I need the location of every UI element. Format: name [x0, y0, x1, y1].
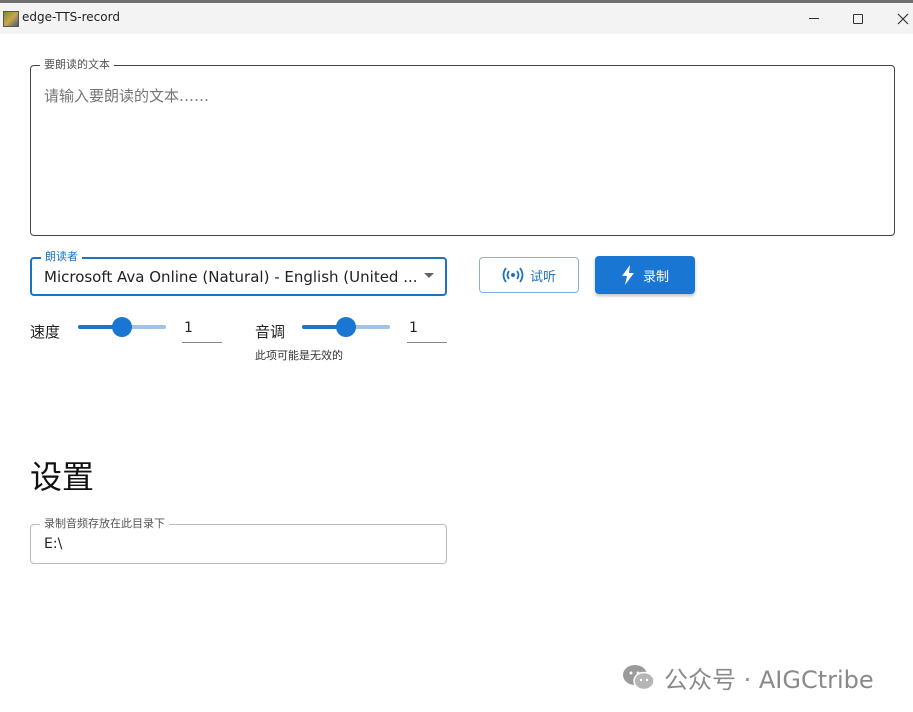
output-dir-field[interactable]: 录制音频存放在此目录下 E:\ — [30, 517, 447, 564]
maximize-button[interactable] — [835, 3, 881, 34]
preview-button[interactable]: 试听 — [479, 257, 579, 293]
output-dir-value: E:\ — [44, 536, 63, 552]
record-button[interactable]: 录制 — [595, 256, 695, 294]
broadcast-icon — [502, 267, 524, 283]
pitch-value: 1 — [409, 320, 418, 336]
app-icon — [3, 11, 19, 27]
title-bar: edge-TTS-record — [0, 0, 913, 34]
speed-thumb[interactable] — [112, 317, 132, 337]
text-input-field: 要朗读的文本 — [30, 58, 895, 236]
pitch-label: 音调 — [255, 323, 286, 341]
pitch-hint: 此项可能是无效的 — [255, 349, 343, 362]
speed-slider[interactable] — [78, 317, 166, 337]
minimize-button[interactable] — [791, 3, 837, 34]
text-input-legend: 要朗读的文本 — [40, 58, 114, 72]
pitch-thumb[interactable] — [336, 317, 356, 337]
watermark: 公众号 · AIGCtribe — [622, 660, 874, 695]
maximize-icon — [853, 13, 863, 24]
record-label: 录制 — [642, 269, 669, 285]
voice-select[interactable]: 朗读者 Microsoft Ava Online (Natural) - Eng… — [30, 250, 447, 296]
minimize-icon — [809, 18, 819, 19]
voice-selected-value: Microsoft Ava Online (Natural) - English… — [44, 268, 418, 286]
voice-legend: 朗读者 — [41, 250, 82, 264]
output-dir-legend: 录制音频存放在此目录下 — [40, 517, 169, 531]
close-icon — [897, 13, 909, 24]
wechat-icon — [623, 664, 655, 690]
pitch-slider[interactable] — [302, 317, 390, 337]
settings-title: 设置 — [30, 458, 95, 496]
speed-value-field[interactable]: 1 — [182, 318, 222, 343]
dropdown-arrow-icon — [424, 273, 434, 278]
pitch-value-field[interactable]: 1 — [407, 318, 447, 343]
text-input[interactable] — [44, 85, 874, 215]
close-button[interactable] — [880, 3, 913, 34]
lightning-icon — [621, 265, 634, 285]
watermark-text: 公众号 · AIGCtribe — [664, 666, 874, 694]
speed-value: 1 — [184, 320, 193, 336]
window-title: edge-TTS-record — [22, 10, 120, 24]
speed-label: 速度 — [30, 323, 61, 341]
preview-label: 试听 — [529, 269, 556, 285]
